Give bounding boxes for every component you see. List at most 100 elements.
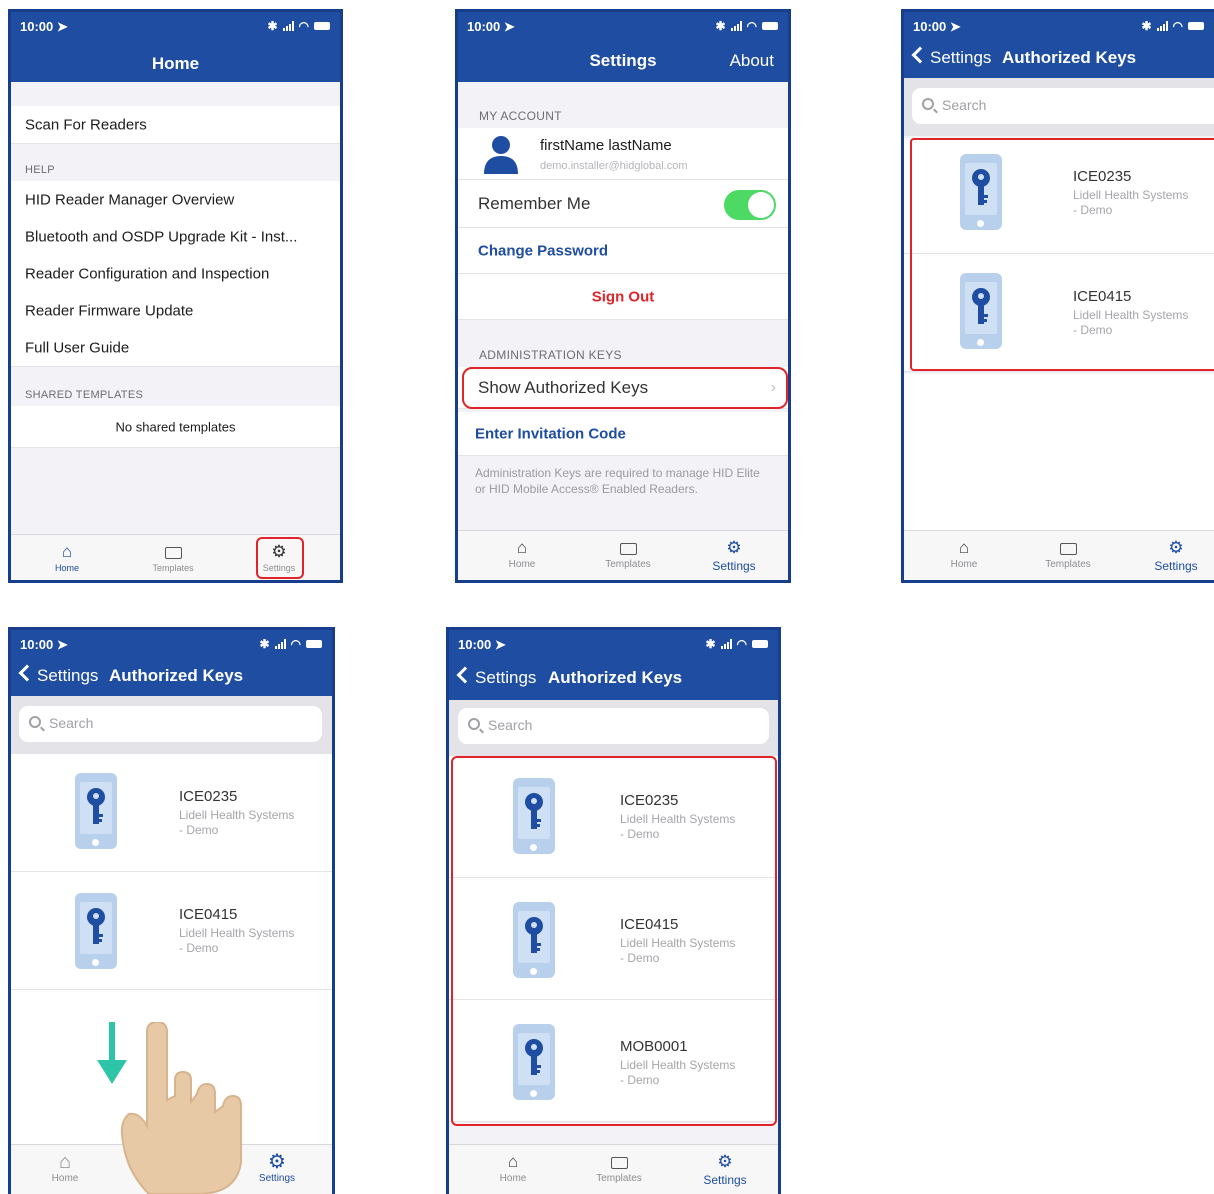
templates-section-header: SHARED TEMPLATES (25, 389, 144, 401)
status-bar: 10:00 ➤ ✱ ◠ (11, 12, 340, 40)
help-item-overview[interactable]: HID Reader Manager Overview (11, 181, 340, 219)
authorized-keys-updated-screen: 10:00 ➤ ✱ ◠ Settings Authorized Keys Sea… (446, 627, 781, 1194)
key-row[interactable]: ICE0415 Lidell Health Systems - Demo (11, 872, 332, 990)
key-organization: Lidell Health Systems - Demo (179, 926, 295, 955)
search-icon (29, 716, 41, 728)
wifi-icon: ◠ (736, 637, 747, 651)
gear-icon: ⚙ (717, 1152, 733, 1171)
tab-home[interactable]: ⌂ Home (25, 1151, 105, 1184)
remember-me-toggle[interactable] (724, 190, 776, 220)
admin-section-header: ADMINISTRATION KEYS (479, 348, 622, 362)
tab-settings[interactable]: ⚙ Settings (1136, 537, 1214, 573)
home-icon: ⌂ (507, 1152, 519, 1171)
account-section-header: MY ACCOUNT (479, 109, 562, 123)
search-input[interactable]: Search (458, 708, 769, 744)
home-screen: 10:00 ➤ ✱ ◠ Home Scan For Readers HELP H… (8, 9, 343, 583)
status-time: 10:00 (467, 19, 501, 34)
page-title: Authorized Keys (1002, 48, 1137, 67)
wifi-icon: ◠ (298, 19, 309, 33)
wifi-icon: ◠ (746, 19, 757, 33)
key-name: ICE0235 (179, 788, 238, 805)
folder-icon (1028, 537, 1108, 559)
bluetooth-icon: ✱ (705, 637, 716, 651)
location-arrow-icon: ➤ (503, 19, 515, 34)
back-button[interactable]: Settings (456, 666, 536, 688)
folder-icon (588, 537, 668, 559)
chevron-left-icon (456, 666, 474, 684)
tab-bar: ⌂ Home Templates ⚙ Settings (449, 1144, 778, 1194)
about-button[interactable]: About (730, 51, 774, 71)
status-bar: 10:00 ➤ ✱ ◠ (904, 12, 1214, 40)
tab-templates[interactable]: Templates (579, 1151, 659, 1184)
wifi-icon: ◠ (290, 637, 301, 651)
no-templates-row: No shared templates (11, 406, 340, 448)
signal-icon (720, 639, 732, 649)
help-item-user-guide[interactable]: Full User Guide (11, 329, 340, 367)
account-row[interactable]: firstName lastName demo.installer@hidglo… (458, 128, 788, 180)
home-icon: ⌂ (61, 542, 73, 561)
tab-templates[interactable]: Templates (133, 541, 213, 573)
location-arrow-icon: ➤ (56, 19, 68, 34)
mobile-key-icon (75, 773, 117, 849)
hand-gesture-icon (120, 1022, 242, 1194)
keys-list-highlight (910, 138, 1214, 371)
invitation-code-link: Enter Invitation Code (475, 425, 626, 442)
nav-bar: 10:00 ➤ ✱ ◠ Settings Authorized Keys (449, 630, 778, 700)
signal-icon (1156, 21, 1168, 31)
help-item-firmware[interactable]: Reader Firmware Update (11, 292, 340, 330)
help-item-upgrade-kit[interactable]: Bluetooth and OSDP Upgrade Kit - Inst... (11, 218, 340, 256)
scan-readers-item[interactable]: Scan For Readers (11, 106, 340, 144)
home-icon: ⌂ (58, 1151, 72, 1173)
home-icon: ⌂ (958, 538, 970, 557)
mobile-key-icon (75, 893, 117, 969)
tab-templates[interactable]: Templates (588, 537, 668, 570)
tab-settings[interactable]: ⚙ Settings (685, 1151, 765, 1187)
battery-icon (762, 22, 778, 30)
back-button[interactable]: Settings (911, 46, 991, 68)
signal-icon (730, 21, 742, 31)
tab-home[interactable]: ⌂ Home (27, 541, 107, 573)
signal-icon (282, 21, 294, 31)
authorized-keys-refresh-screen: 10:00 ➤ ✱ ◠ Settings Authorized Keys Sea… (8, 627, 335, 1194)
status-time: 10:00 (458, 637, 492, 652)
nav-bar: 10:00 ➤ ✱ ◠ Settings Authorized Keys (11, 630, 332, 696)
sign-out-row[interactable]: Sign Out (458, 274, 788, 320)
sign-out-button: Sign Out (591, 288, 655, 305)
home-icon: ⌂ (516, 538, 528, 557)
tab-home[interactable]: ⌂ Home (924, 537, 1004, 570)
tab-settings[interactable]: ⚙ Settings (694, 537, 774, 573)
status-time: 10:00 (913, 19, 947, 34)
back-button[interactable]: Settings (18, 664, 98, 686)
tab-bar: ⌂ Home Templates ⚙ Settings (458, 530, 788, 580)
tab-bar: ⌂ Home Templates ⚙ Settings (904, 530, 1214, 580)
tab-home[interactable]: ⌂ Home (482, 537, 562, 570)
battery-icon (314, 22, 330, 30)
change-password-row[interactable]: Change Password (458, 228, 788, 274)
gear-icon: ⚙ (1168, 538, 1184, 557)
battery-icon (752, 640, 768, 648)
user-avatar-icon (484, 136, 518, 174)
authorized-keys-screen: 10:00 ➤ ✱ ◠ Settings Authorized Keys Sea… (901, 9, 1214, 583)
bluetooth-icon: ✱ (1141, 19, 1152, 33)
search-input[interactable]: Search (912, 88, 1214, 124)
battery-icon (1188, 22, 1204, 30)
status-time: 10:00 (20, 19, 54, 34)
remember-me-row: Remember Me (458, 180, 788, 228)
key-row[interactable]: ICE0235 Lidell Health Systems - Demo (11, 754, 332, 872)
folder-icon (579, 1151, 659, 1173)
bluetooth-icon: ✱ (267, 19, 278, 33)
search-input[interactable]: Search (19, 706, 322, 742)
help-section-header: HELP (25, 164, 55, 176)
key-organization: Lidell Health Systems - Demo (179, 808, 295, 837)
location-arrow-icon: ➤ (56, 637, 68, 652)
search-icon (468, 718, 480, 730)
tab-home[interactable]: ⌂ Home (473, 1151, 553, 1184)
status-time: 10:00 (20, 637, 54, 652)
location-arrow-icon: ➤ (494, 637, 506, 652)
page-title: Authorized Keys (109, 666, 244, 685)
tab-templates[interactable]: Templates (1028, 537, 1108, 570)
help-item-configuration[interactable]: Reader Configuration and Inspection (11, 255, 340, 293)
page-title: Home (151, 54, 200, 73)
invitation-code-row[interactable]: Enter Invitation Code (458, 412, 788, 456)
chevron-left-icon (911, 46, 929, 64)
